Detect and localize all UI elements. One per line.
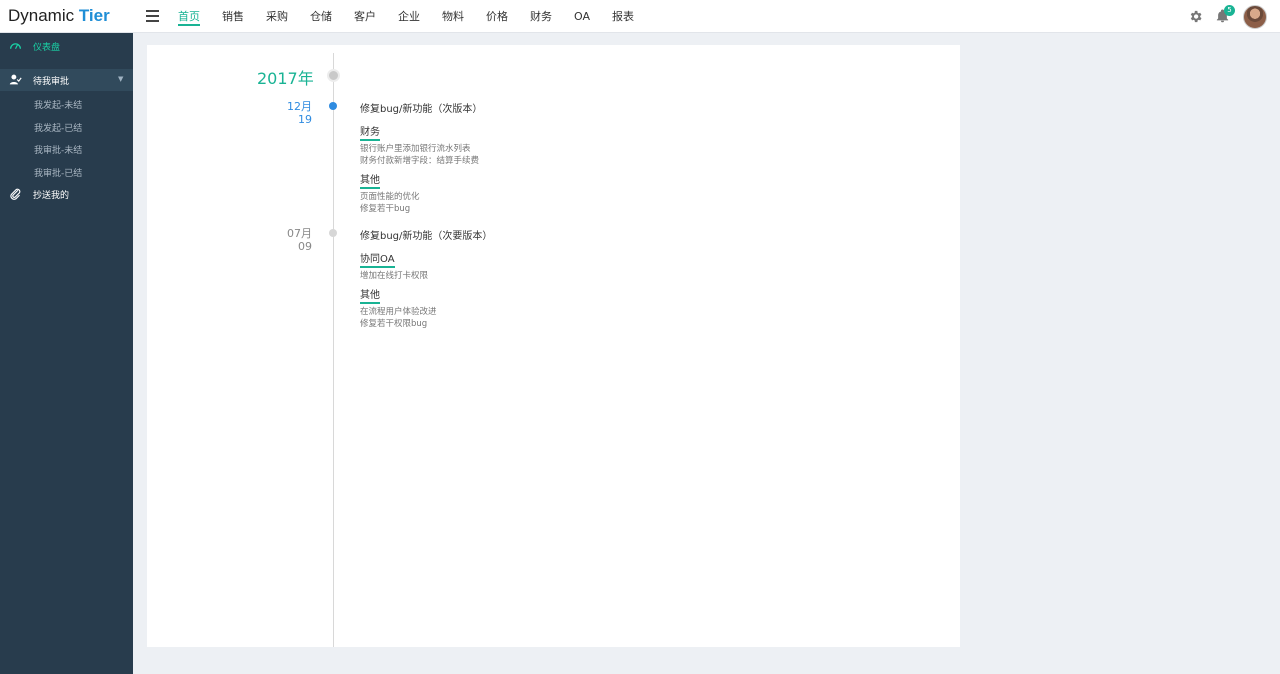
main-nav: 首页 销售 采购 仓储 客户 企业 物料 价格 财务 OA 报表 — [178, 0, 656, 33]
entry-category: 其他 — [360, 286, 380, 304]
sidebar-item-label: 抄送我的 — [33, 191, 70, 201]
nav-item-reports[interactable]: 报表 — [612, 0, 634, 33]
entry-line: 银行账户里添加银行流水列表 — [360, 144, 471, 154]
entry-line: 增加在线打卡权限 — [360, 271, 429, 281]
entry-date: 12月 19 — [252, 100, 312, 126]
entry-category: 协同OA — [360, 250, 395, 268]
timeline-year-marker — [327, 69, 340, 82]
nav-item-materials[interactable]: 物料 — [442, 0, 464, 33]
entry-title: 修复bug/新功能（次要版本） — [360, 231, 493, 242]
timeline-line — [333, 53, 334, 647]
sidebar-subitem-initiated-open[interactable]: 我发起-未结 — [34, 98, 82, 111]
entry-line: 页面性能的优化 — [360, 192, 420, 202]
sidebar-item-label: 仪表盘 — [33, 43, 61, 53]
user-avatar[interactable] — [1243, 5, 1267, 29]
entry-title: 修复bug/新功能（次版本） — [360, 104, 483, 115]
entry-day: 09 — [298, 240, 312, 253]
user-check-icon — [9, 74, 22, 85]
notification-badge: 5 — [1224, 5, 1235, 16]
entry-category: 其他 — [360, 171, 380, 189]
entry-category: 财务 — [360, 123, 380, 141]
entry-line: 修复若干bug — [360, 204, 411, 214]
sidebar-item-pending-approval[interactable]: 待我审批 ▼ — [0, 69, 133, 91]
sidebar: 仪表盘 待我审批 ▼ 我发起-未结 我发起-已结 我审批-未结 我审批-已结 抄… — [0, 33, 133, 674]
timeline-dot — [329, 102, 337, 110]
sidebar-subitem-approved-closed[interactable]: 我审批-已结 — [34, 166, 82, 179]
sidebar-item-label: 待我审批 — [33, 77, 70, 87]
nav-item-sales[interactable]: 销售 — [222, 0, 244, 33]
entry-month: 12月 — [287, 100, 312, 113]
timeline-year: 2017年 — [257, 69, 314, 88]
sidebar-subitem-initiated-closed[interactable]: 我发起-已结 — [34, 121, 82, 134]
app-logo[interactable]: Dynamic Tier — [8, 6, 110, 26]
nav-item-home[interactable]: 首页 — [178, 0, 200, 33]
nav-item-customers[interactable]: 客户 — [354, 0, 376, 33]
paperclip-icon — [10, 188, 21, 200]
nav-item-finance[interactable]: 财务 — [530, 0, 552, 33]
top-header: Dynamic Tier 首页 销售 采购 仓储 客户 企业 物料 价格 财务 … — [0, 0, 1280, 33]
entry-date: 07月 09 — [252, 227, 312, 253]
gear-icon[interactable] — [1188, 9, 1203, 24]
menu-toggle-icon[interactable] — [146, 10, 159, 22]
sidebar-item-cc-me[interactable]: 抄送我的 — [0, 183, 133, 205]
entry-month: 07月 — [287, 227, 312, 240]
speedometer-icon — [9, 43, 22, 50]
nav-item-prices[interactable]: 价格 — [486, 0, 508, 33]
timeline-panel: 2017年 12月 19 修复bug/新功能（次版本） 财务 银行账户里添加银行… — [147, 45, 960, 647]
entry-line: 修复若干权限bug — [360, 319, 428, 329]
nav-item-company[interactable]: 企业 — [398, 0, 420, 33]
caret-down-icon: ▼ — [118, 75, 124, 83]
logo-text-accent: Tier — [78, 6, 110, 25]
logo-text: Dynamic — [8, 6, 75, 25]
sidebar-item-dashboard[interactable]: 仪表盘 — [0, 35, 133, 57]
nav-item-oa[interactable]: OA — [574, 0, 590, 33]
nav-item-purchase[interactable]: 采购 — [266, 0, 288, 33]
sidebar-subitem-approved-open[interactable]: 我审批-未结 — [34, 143, 82, 156]
nav-item-warehouse[interactable]: 仓储 — [310, 0, 332, 33]
timeline-dot — [329, 229, 337, 237]
entry-day: 19 — [298, 113, 312, 126]
entry-line: 在流程用户体验改进 — [360, 307, 437, 317]
entry-line: 财务付款新增字段：结算手续费 — [360, 156, 480, 166]
